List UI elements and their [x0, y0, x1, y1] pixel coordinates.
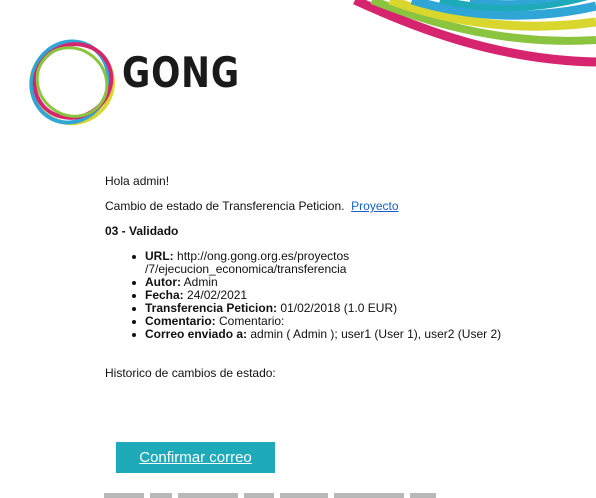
detail-label-transfer: Transferencia Peticion:	[145, 301, 278, 315]
detail-value-url: http://ong.gong.org.es/proyectos	[177, 249, 350, 263]
cut-off-text-row	[104, 493, 436, 498]
detail-value-date: 24/02/2021	[187, 288, 248, 302]
greeting-text: Hola admin!	[105, 174, 170, 188]
intro-text: Cambio de estado de Transferencia Petici…	[105, 199, 345, 213]
details-list: URL: http://ong.gong.org.es/proyectos /7…	[129, 250, 549, 341]
detail-value-comment: Comentario:	[219, 314, 285, 328]
detail-value-transfer: 01/02/2018 (1.0 EUR)	[280, 301, 398, 315]
list-item: URL: http://ong.gong.org.es/proyectos /7…	[129, 250, 549, 276]
detail-value-author: Admin	[183, 275, 218, 289]
brand-name: GONG	[122, 48, 240, 97]
gong-logo-rings-icon	[29, 39, 115, 126]
detail-label-author: Autor:	[145, 275, 181, 289]
detail-label-sent-to: Correo enviado a:	[145, 327, 248, 341]
intro-line: Cambio de estado de Transferencia Petici…	[105, 199, 399, 213]
detail-value-sent-to: admin ( Admin ); user1 (User 1), user2 (…	[250, 327, 502, 341]
state-title: 03 - Validado	[105, 224, 179, 238]
detail-label-comment: Comentario:	[145, 314, 216, 328]
confirm-email-button[interactable]: Confirmar correo	[116, 442, 275, 473]
detail-label-date: Fecha:	[145, 288, 184, 302]
project-link[interactable]: Proyecto	[351, 199, 398, 213]
history-label: Historico de cambios de estado:	[105, 366, 276, 380]
detail-label-url: URL:	[145, 249, 174, 263]
list-item: Correo enviado a: admin ( Admin ); user1…	[129, 328, 549, 341]
detail-value-url-cont: /7/ejecucion_economica/transferencia	[145, 262, 347, 276]
